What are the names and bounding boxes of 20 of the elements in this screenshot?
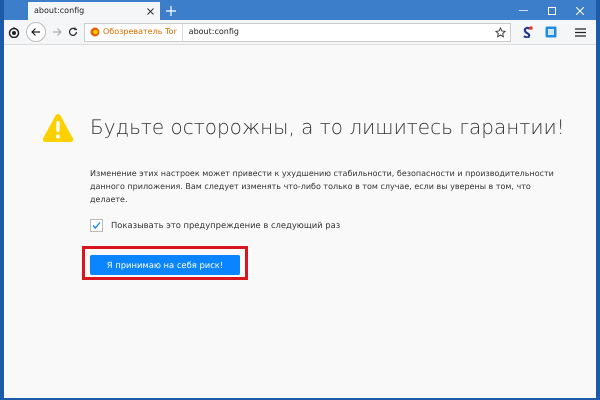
address-bar[interactable]: Обозреватель Tor about:config <box>84 22 511 42</box>
back-button[interactable] <box>26 22 46 42</box>
extension-icon[interactable] <box>521 26 533 38</box>
checkbox-label[interactable]: Показывать это предупреждение в следующий раз <box>111 219 340 232</box>
new-tab-icon[interactable] <box>166 6 176 16</box>
warning-text: Изменение этих настроек может привести к ухудшению стабильности, безопасности и производительности данного приложения. Вам следует изменять что-либо только в том случае, если вы уверены в том, что делаете. <box>90 168 555 206</box>
back-arrow-icon <box>31 27 41 37</box>
bookmark-star-icon[interactable] <box>495 26 506 38</box>
checkbox[interactable] <box>90 219 103 232</box>
identity-label[interactable]: Обозреватель Tor <box>103 26 177 38</box>
accept-risk-button[interactable]: Я принимаю на себя риск! <box>90 255 240 276</box>
maximize-icon[interactable] <box>548 7 556 15</box>
browser-logo-icon <box>90 27 100 37</box>
url-text: about:config <box>188 26 240 38</box>
warning-icon <box>42 113 74 143</box>
reload-icon[interactable] <box>68 27 78 37</box>
close-icon[interactable] <box>147 8 154 14</box>
menu-icon[interactable] <box>575 28 586 36</box>
warning-heading: Будьте осторожны, а то лишитесь гарантии! <box>90 115 566 139</box>
browser-tab[interactable]: about:config <box>28 2 160 20</box>
